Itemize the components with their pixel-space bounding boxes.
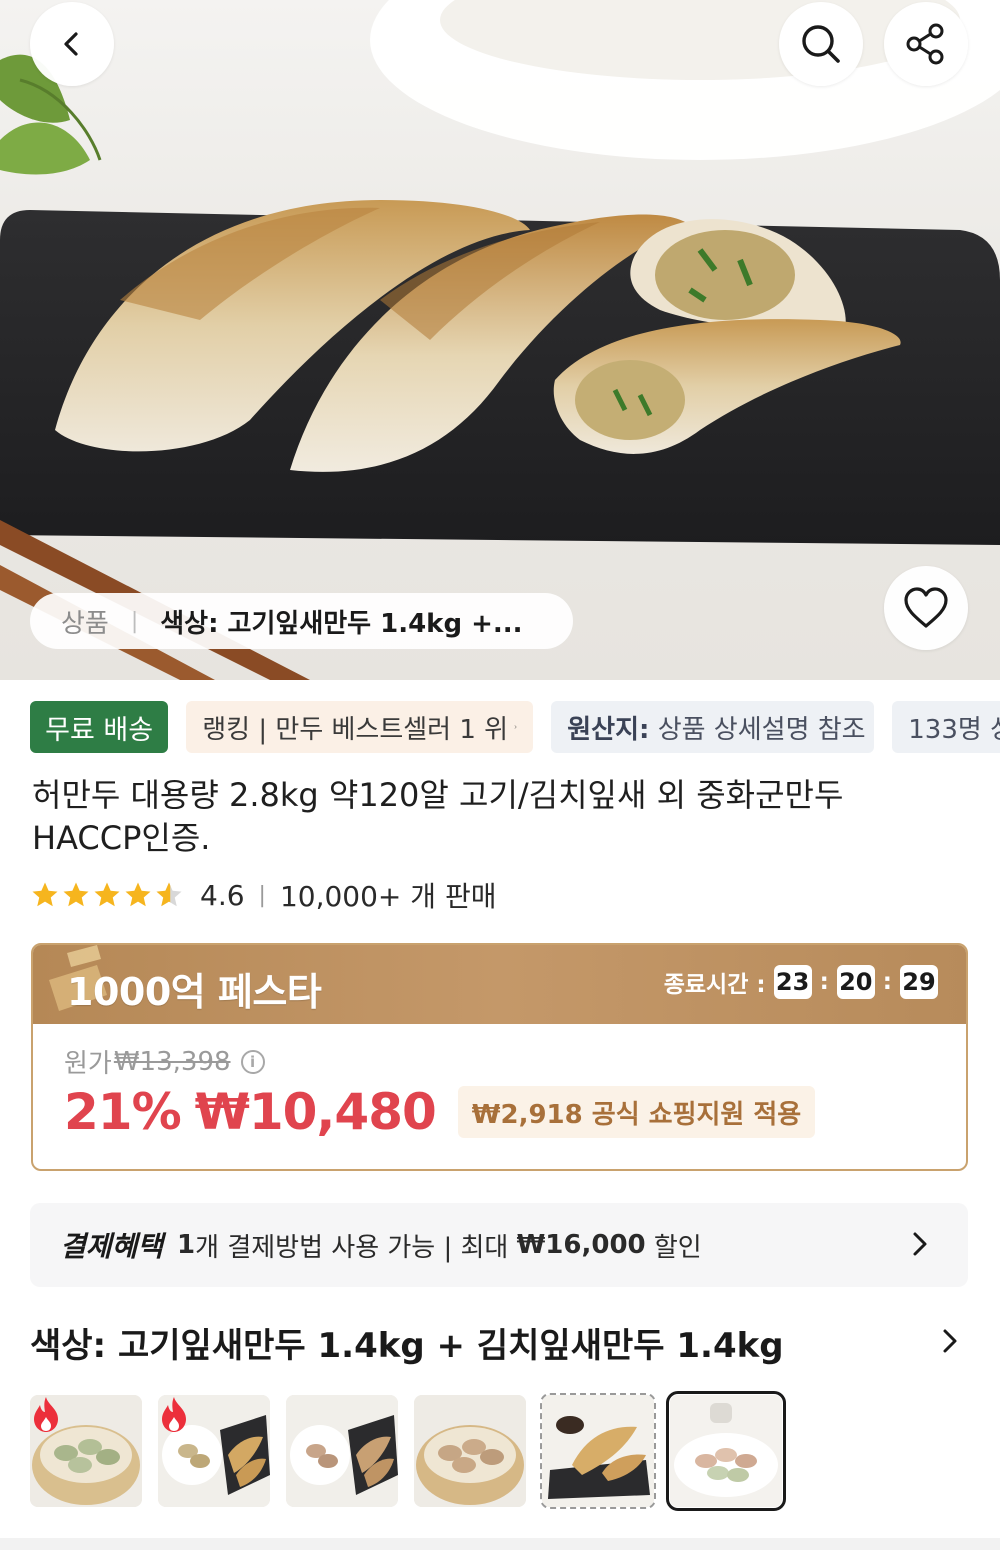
- hot-fire-icon: [34, 1397, 58, 1432]
- option-thumbnail[interactable]: [286, 1395, 398, 1507]
- timer-hours: 23: [773, 965, 812, 999]
- origin-value: 상품 상세설명 참조: [649, 714, 866, 745]
- back-button[interactable]: [30, 2, 114, 86]
- option-thumbnail[interactable]: [414, 1395, 526, 1507]
- ranking-tag-label: 랭킹 | 만두 베스트셀러 1 위: [202, 714, 509, 745]
- countdown-timer: 종료시간 : 23 : 20 : 29: [664, 965, 938, 999]
- section-divider: [0, 1538, 1000, 1550]
- timer-seconds: 29: [900, 965, 938, 999]
- tag-row: 무료 배송 랭킹 | 만두 베스트셀러 1 위 원산지: 상품 상세설명 참조 …: [30, 701, 1000, 753]
- back-icon: [64, 32, 78, 56]
- product-hero-image[interactable]: [0, 0, 1000, 680]
- promo-box: 1000억 페스타 종료시간 : 23 : 20 : 29 원가 ₩13,398…: [31, 943, 968, 1171]
- rating-value: 4.6: [200, 878, 245, 912]
- half-star-icon: [156, 882, 182, 907]
- payment-benefits-suffix: 할인: [645, 1232, 702, 1263]
- payment-benefits-title: 결제혜택: [60, 1230, 164, 1263]
- timer-label: 종료시간 :: [663, 972, 766, 998]
- ranking-tag[interactable]: 랭킹 | 만두 베스트셀러 1 위: [186, 701, 534, 753]
- shopping-support-badge: ₩2,918 공식 쇼핑지원 적용: [457, 1086, 816, 1138]
- origin-label: 원산지:: [567, 714, 650, 745]
- original-price-label: 원가: [64, 1049, 112, 1079]
- dumplings-photo: [0, 0, 1000, 680]
- info-icon[interactable]: i: [240, 1049, 265, 1074]
- rating-divider: |: [258, 882, 266, 908]
- heart-icon: [904, 587, 948, 628]
- variant-pill-category: 상품: [61, 608, 109, 639]
- rating-row[interactable]: 4.6 | 10,000+ 개 판매: [30, 875, 496, 915]
- dumpling-thumbnail-image: [542, 1395, 654, 1507]
- payment-method-count: 1: [177, 1230, 196, 1260]
- timer-minutes: 20: [836, 965, 875, 999]
- product-title: 허만두 대용량 2.8kg 약120알 고기/김치잎새 외 중화군만두 HACC…: [32, 776, 844, 857]
- promo-header: 1000억 페스타 종료시간 : 23 : 20 : 29: [33, 945, 966, 1024]
- payment-max-discount: ₩16,000: [516, 1230, 646, 1260]
- option-title[interactable]: 색상: 고기잎새만두 1.4kg + 김치잎새만두 1.4kg: [30, 1318, 784, 1367]
- original-price-row: 원가 ₩13,398 i: [64, 1043, 265, 1080]
- chevron-right-icon: [514, 725, 517, 729]
- star-icon: [125, 882, 151, 907]
- sale-price: ₩10,480: [194, 1083, 437, 1141]
- discount-rate: 21%: [64, 1083, 182, 1141]
- wishlist-button[interactable]: [884, 566, 968, 650]
- promo-title: 1000억 페스타: [67, 970, 322, 1014]
- sale-price-row: 21% ₩10,480 ₩2,918 공식 쇼핑지원 적용: [64, 1083, 816, 1141]
- option-thumbnail[interactable]: [30, 1395, 142, 1507]
- chevron-right-icon[interactable]: [940, 1326, 960, 1356]
- option-thumbnail[interactable]: [540, 1393, 656, 1509]
- share-button[interactable]: [884, 2, 968, 86]
- dumpling-thumbnail-image: [670, 1395, 782, 1507]
- variant-pill-value: 색상: 고기잎새만두 1.4kg +...: [160, 608, 523, 639]
- payment-benefits[interactable]: 결제혜택 1 개 결제방법 사용 가능 | 최대 ₩16,000 할인: [30, 1203, 968, 1287]
- chevron-right-icon: [913, 1232, 927, 1256]
- hot-fire-icon: [162, 1397, 186, 1432]
- rating-stars: [30, 880, 184, 910]
- origin-tag: 원산지: 상품 상세설명 참조: [551, 701, 875, 753]
- star-icon: [32, 882, 58, 907]
- sales-count: 10,000+ 개 판매: [279, 880, 497, 913]
- original-price: ₩13,398: [113, 1046, 231, 1077]
- free-shipping-badge: 무료 배송: [30, 701, 169, 753]
- variant-pill[interactable]: 상품 | 색상: 고기잎새만두 1.4kg +...: [30, 593, 573, 649]
- share-icon: [906, 23, 944, 65]
- star-icon: [63, 882, 89, 907]
- search-icon: [802, 25, 840, 63]
- option-thumbnail-selected[interactable]: [666, 1391, 786, 1511]
- dumpling-thumbnail-image: [286, 1395, 398, 1507]
- buyers-tag: 133명 상: [892, 701, 1000, 753]
- search-button[interactable]: [779, 2, 863, 86]
- payment-benefits-text: 개 결제방법 사용 가능 | 최대: [195, 1232, 517, 1263]
- dumpling-thumbnail-image: [414, 1395, 526, 1507]
- option-thumbnail[interactable]: [158, 1395, 270, 1507]
- star-icon: [94, 882, 120, 907]
- variant-pill-separator: |: [130, 608, 139, 634]
- option-thumbnails: [30, 1391, 786, 1511]
